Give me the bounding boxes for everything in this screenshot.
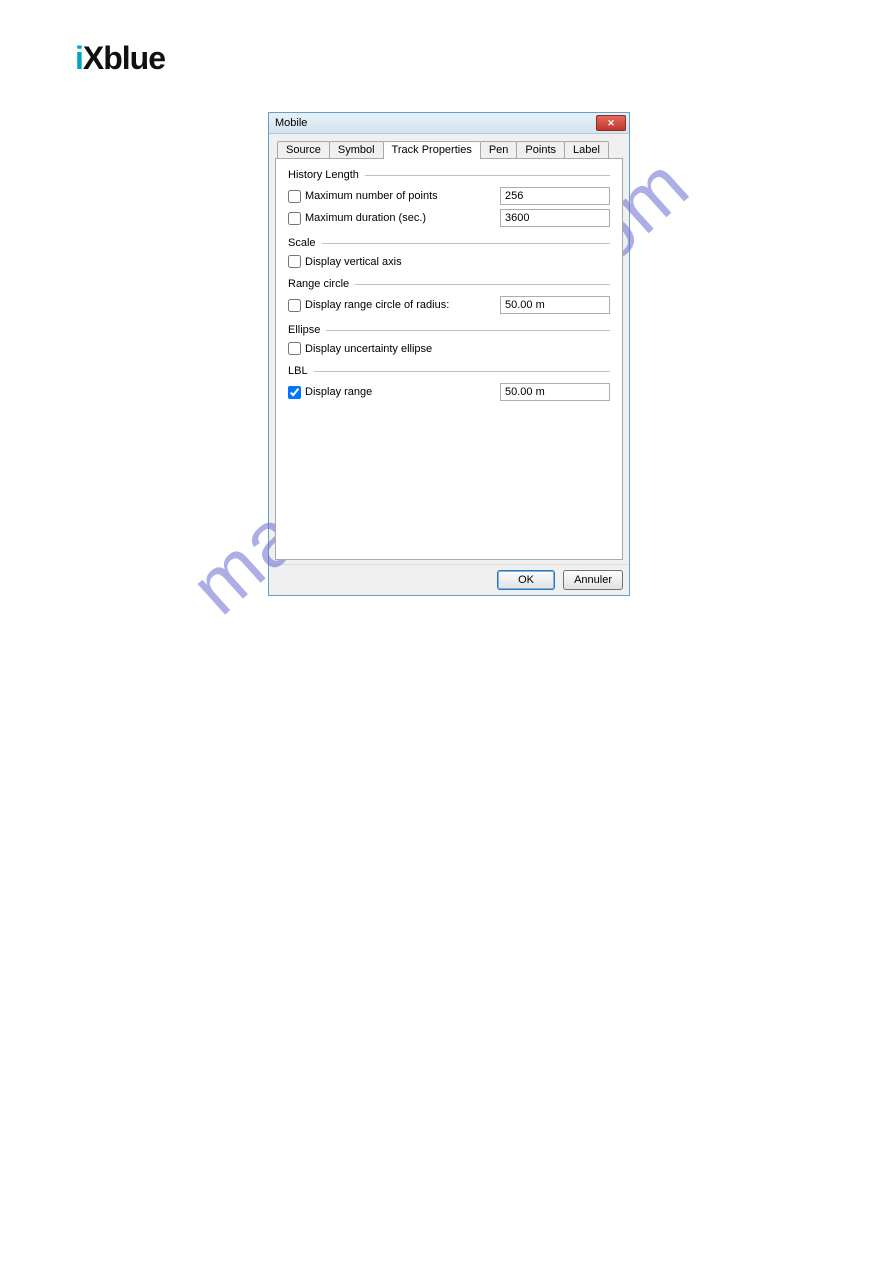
tab-track-properties[interactable]: Track Properties [383,141,481,159]
tab-symbol[interactable]: Symbol [329,141,384,158]
group-range-circle-text: Range circle [288,278,349,290]
row-ellipse: Display uncertainty ellipse [288,342,610,355]
label-ellipse: Display uncertainty ellipse [305,343,610,355]
dialog-title: Mobile [275,117,307,129]
label-max-duration: Maximum duration (sec.) [305,212,500,224]
label-range-circle: Display range circle of radius: [305,299,500,311]
mobile-dialog: Mobile ✕ Source Symbol Track Properties … [268,112,630,596]
group-scale: Scale [288,237,610,249]
tabs: Source Symbol Track Properties Pen Point… [275,140,623,158]
row-vertical-axis: Display vertical axis [288,255,610,268]
row-range-circle: Display range circle of radius: [288,296,610,314]
tab-source[interactable]: Source [277,141,330,158]
row-max-points: Maximum number of points [288,187,610,205]
label-vertical-axis: Display vertical axis [305,256,610,268]
tab-label[interactable]: Label [564,141,609,158]
group-history-text: History Length [288,169,359,181]
checkbox-ellipse[interactable] [288,342,301,355]
tab-points[interactable]: Points [516,141,565,158]
group-ellipse: Ellipse [288,324,610,336]
checkbox-range-circle[interactable] [288,299,301,312]
button-row: OK Annuler [269,564,629,595]
row-max-duration: Maximum duration (sec.) [288,209,610,227]
row-lbl-range: Display range [288,383,610,401]
group-scale-text: Scale [288,237,316,249]
input-lbl-range[interactable] [500,383,610,401]
group-lbl-text: LBL [288,365,308,377]
checkbox-vertical-axis[interactable] [288,255,301,268]
group-ellipse-text: Ellipse [288,324,320,336]
group-range-circle: Range circle [288,278,610,290]
checkbox-lbl-range[interactable] [288,386,301,399]
input-range-circle[interactable] [500,296,610,314]
input-max-points[interactable] [500,187,610,205]
cancel-button[interactable]: Annuler [563,570,623,590]
tab-pen[interactable]: Pen [480,141,518,158]
checkbox-max-points[interactable] [288,190,301,203]
close-icon: ✕ [607,118,615,129]
checkbox-max-duration[interactable] [288,212,301,225]
logo-text: Xblue [83,40,165,76]
tab-panel-track-properties: History Length Maximum number of points … [275,158,623,560]
logo-accent: i [75,40,83,76]
close-button[interactable]: ✕ [596,115,626,131]
group-history-length: History Length [288,169,610,181]
dialog-content: Source Symbol Track Properties Pen Point… [269,134,629,564]
label-lbl-range: Display range [305,386,500,398]
input-max-duration[interactable] [500,209,610,227]
ok-button[interactable]: OK [497,570,555,590]
label-max-points: Maximum number of points [305,190,500,202]
brand-logo: iXblue [75,40,165,77]
titlebar: Mobile ✕ [269,113,629,134]
group-lbl: LBL [288,365,610,377]
